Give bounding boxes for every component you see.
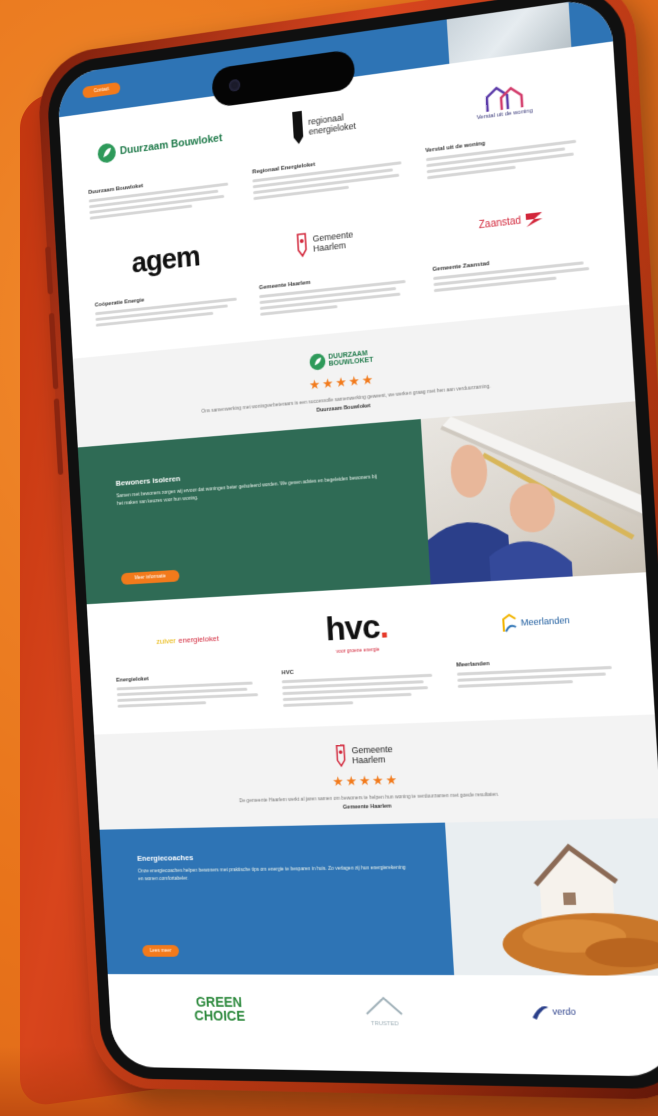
duurzaam-bouwloket-logo: Duurzaam Bouwloket bbox=[85, 115, 234, 177]
coat-of-arms-icon bbox=[335, 744, 348, 768]
gemeente-haarlem-logo: Gemeente Haarlem bbox=[256, 211, 414, 272]
certification-logos: GREEN CHOICE TRUSTED verdo bbox=[108, 974, 658, 1049]
more-info-button[interactable]: Meer informatie bbox=[121, 570, 180, 585]
partner-card: Duurzaam Bouwloket Duurzaam Bouwloket bbox=[85, 115, 237, 222]
window-sealing-illustration bbox=[421, 401, 646, 584]
agem-logo: agem bbox=[91, 230, 241, 289]
logo-text: Meerlanden bbox=[521, 615, 570, 628]
coat-of-arms-icon bbox=[296, 231, 309, 258]
regionaal-energieloket-logo: regionaal energieloket bbox=[249, 92, 407, 156]
review-block: Gemeente Haarlem ★★★★★ De gemeente Haarl… bbox=[94, 714, 658, 829]
roof-icon bbox=[364, 993, 404, 1015]
trusted-logo: TRUSTED bbox=[364, 993, 405, 1027]
partner-card: Meerlanden Meerlanden bbox=[452, 595, 624, 703]
logo-text: Zaanstad bbox=[478, 215, 521, 231]
contact-button[interactable]: Contact bbox=[82, 82, 120, 99]
hvc-logo: hvc. voor groene energie bbox=[278, 605, 437, 657]
meerlanden-mark-icon bbox=[501, 612, 519, 633]
house-in-scarf-illustration bbox=[445, 818, 658, 976]
feature-content: Bewoners isoleren Samen met bewoners zor… bbox=[78, 419, 431, 604]
partner-card: hvc. voor groene energie HVC bbox=[278, 605, 440, 710]
zaanstad-mark-icon bbox=[525, 209, 545, 229]
verdo-logo: verdo bbox=[529, 1001, 576, 1022]
meerlanden-logo: Meerlanden bbox=[452, 595, 620, 649]
partner-card: Gemeente Haarlem Gemeente Haarlem bbox=[256, 211, 417, 319]
logo-subtext: voor groene energie bbox=[336, 646, 380, 654]
green-choice-logo: GREEN CHOICE bbox=[193, 995, 245, 1023]
read-more-button[interactable]: Lees meer bbox=[142, 945, 179, 957]
logo-text: regionaal energieloket bbox=[308, 110, 363, 137]
logo-text: zuiver bbox=[156, 636, 176, 646]
partner-card: agem Coöperatie Energie bbox=[91, 230, 244, 335]
phone-mockup: Contact Duurzaam Bouwloket Duurzaam Bouw… bbox=[36, 0, 658, 1100]
logo-text: Duurzaam Bouwloket bbox=[120, 133, 223, 157]
zaanstad-logo: Zaanstad bbox=[429, 190, 596, 253]
logo-text: Gemeente Haarlem bbox=[312, 227, 371, 253]
partner-card: zuiver energieloket Energieloket bbox=[113, 614, 267, 716]
feature-body: Onze energiecoaches helpen bewoners met … bbox=[138, 865, 409, 883]
insulation-photo bbox=[421, 401, 646, 584]
leaf-icon bbox=[308, 352, 326, 371]
logo-text: Gemeente bbox=[351, 744, 393, 755]
camera-icon bbox=[229, 79, 241, 92]
logo-text: Haarlem bbox=[352, 754, 394, 765]
logo-text: CHOICE bbox=[194, 1009, 245, 1023]
partner-card: Verstal uit de woning Verstal uit de won… bbox=[422, 68, 592, 182]
partner-card: Zaanstad Gemeente Zaanstad bbox=[429, 190, 599, 302]
energieloket-logo: zuiver energieloket bbox=[113, 614, 264, 664]
logo-text: agem bbox=[131, 240, 201, 280]
feature-title: Energiecoaches bbox=[137, 850, 408, 863]
partner-card: regionaal energieloket Regionaal Energie… bbox=[249, 92, 410, 203]
feature-content: Energiecoaches Onze energiecoaches helpe… bbox=[100, 823, 455, 975]
phone-screen: Contact Duurzaam Bouwloket Duurzaam Bouw… bbox=[57, 0, 658, 1077]
tag-icon bbox=[290, 111, 305, 146]
feature-section: Energiecoaches Onze energiecoaches helpe… bbox=[100, 818, 658, 976]
logo-text: energieloket bbox=[178, 634, 219, 645]
leaf-icon bbox=[96, 141, 117, 165]
logo-text: hvc. bbox=[324, 607, 388, 649]
verstal-logo: Verstal uit de woning bbox=[422, 68, 588, 134]
house-photo bbox=[445, 818, 658, 976]
logo-text: TRUSTED bbox=[365, 1021, 404, 1027]
swoosh-icon bbox=[529, 1001, 551, 1022]
logo-text: verdo bbox=[552, 1006, 576, 1017]
